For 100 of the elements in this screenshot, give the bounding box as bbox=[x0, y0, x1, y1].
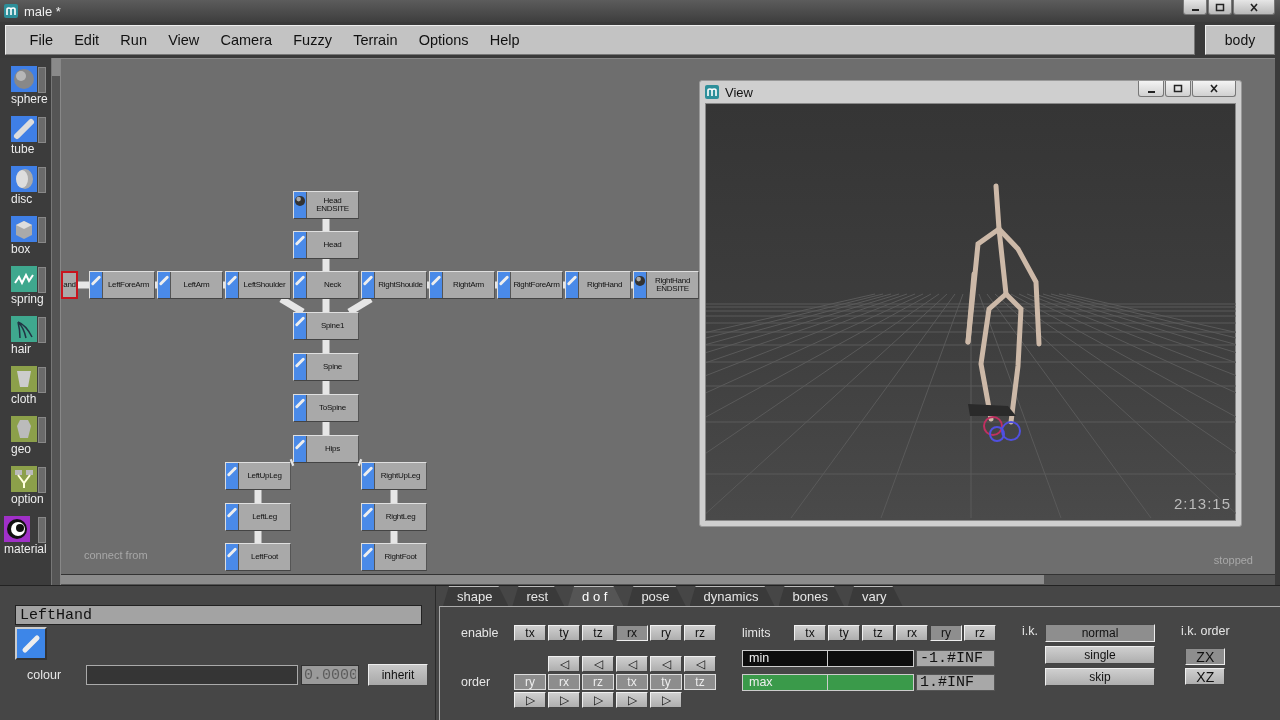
move-right-button[interactable]: ▷ bbox=[616, 692, 648, 708]
enable-toggle[interactable]: tz bbox=[582, 625, 614, 641]
ik-mode-button[interactable]: single bbox=[1045, 646, 1155, 664]
inherit-button[interactable]: inherit bbox=[368, 664, 428, 686]
graph-node[interactable]: LeftLeg bbox=[225, 503, 291, 531]
move-right-button[interactable]: ▷ bbox=[548, 692, 580, 708]
slot-bar bbox=[38, 267, 46, 293]
menu-item[interactable]: Camera bbox=[209, 28, 283, 52]
menu-item[interactable]: View bbox=[157, 28, 210, 52]
shape-button[interactable] bbox=[15, 627, 47, 660]
ik-order-button[interactable]: ZX bbox=[1185, 648, 1226, 665]
tool-button[interactable]: sphere bbox=[0, 66, 50, 115]
enable-toggle[interactable]: tx bbox=[514, 625, 546, 641]
tab[interactable]: bones bbox=[778, 586, 844, 606]
enable-toggle[interactable]: ry bbox=[650, 625, 682, 641]
graph-node[interactable]: RightUpLeg bbox=[361, 462, 427, 490]
graph-node[interactable]: LeftUpLeg bbox=[225, 462, 291, 490]
enable-toggle[interactable]: ty bbox=[548, 625, 580, 641]
connector-line bbox=[322, 381, 330, 394]
menu-item[interactable]: Terrain bbox=[342, 28, 409, 52]
move-left-button[interactable]: ◁ bbox=[616, 656, 648, 672]
graph-node[interactable]: Hips bbox=[293, 435, 359, 463]
graph-node[interactable]: RightHand bbox=[565, 271, 631, 299]
tool-button[interactable]: option bbox=[0, 466, 50, 515]
tool-button[interactable]: disc bbox=[0, 166, 50, 215]
move-left-button[interactable]: ◁ bbox=[548, 656, 580, 672]
close-button[interactable] bbox=[1233, 0, 1275, 15]
tube-icon bbox=[294, 315, 306, 328]
ik-mode-button[interactable]: normal bbox=[1045, 624, 1155, 642]
limit-toggle[interactable]: rx bbox=[896, 625, 928, 641]
ik-order-button[interactable]: XZ bbox=[1185, 668, 1226, 685]
tool-button[interactable]: geo bbox=[0, 416, 50, 465]
graph-node[interactable]: LeftShoulder bbox=[225, 271, 291, 299]
min-value-field[interactable]: -1.#INF bbox=[916, 650, 995, 667]
tab[interactable]: d o f bbox=[568, 586, 624, 606]
move-left-button[interactable]: ◁ bbox=[582, 656, 614, 672]
graph-node[interactable]: LeftFoot bbox=[225, 543, 291, 571]
tool-button[interactable]: box bbox=[0, 216, 50, 265]
tab[interactable]: rest bbox=[512, 586, 565, 606]
tool-button[interactable]: spring bbox=[0, 266, 50, 315]
tube-icon bbox=[430, 274, 442, 287]
tool-button[interactable]: material bbox=[0, 516, 50, 565]
graph-node[interactable]: LeftForeArm bbox=[89, 271, 155, 299]
tab[interactable]: vary bbox=[847, 586, 903, 606]
menu-item[interactable]: Edit bbox=[63, 28, 110, 52]
graph-node[interactable]: Neck bbox=[293, 271, 359, 299]
menu-item[interactable]: Options bbox=[408, 28, 480, 52]
tab[interactable]: pose bbox=[627, 586, 686, 606]
limit-toggle[interactable]: tz bbox=[862, 625, 894, 641]
enable-toggle[interactable]: rx bbox=[616, 625, 648, 641]
limit-toggle[interactable]: rz bbox=[964, 625, 996, 641]
move-right-button[interactable]: ▷ bbox=[650, 692, 682, 708]
close-icon bbox=[1248, 1, 1260, 13]
move-right-button[interactable]: ▷ bbox=[582, 692, 614, 708]
tab[interactable]: dynamics bbox=[689, 586, 775, 606]
enable-toggle[interactable]: rz bbox=[684, 625, 716, 641]
tab[interactable]: shape bbox=[443, 586, 509, 606]
graph-node[interactable]: Head bbox=[293, 231, 359, 259]
slot-bar bbox=[38, 167, 46, 193]
max-value-field[interactable]: 1.#INF bbox=[916, 674, 995, 691]
body-button[interactable]: body bbox=[1205, 25, 1275, 55]
min-slider[interactable]: min bbox=[742, 650, 914, 667]
move-left-button[interactable]: ◁ bbox=[650, 656, 682, 672]
graph-node[interactable]: ToSpine bbox=[293, 394, 359, 422]
scrollbar-thumb[interactable] bbox=[52, 58, 60, 76]
slider-label: min bbox=[749, 651, 770, 665]
graph-node[interactable]: RightForeArm bbox=[497, 271, 563, 299]
graph-node[interactable]: Head ENDSITE bbox=[293, 191, 359, 219]
close-button[interactable] bbox=[1192, 81, 1236, 97]
ik-mode-button[interactable]: skip bbox=[1045, 668, 1155, 686]
graph-node[interactable]: RightHand ENDSITE bbox=[633, 271, 699, 299]
scrollbar-thumb[interactable] bbox=[61, 575, 1044, 584]
move-left-button[interactable]: ◁ bbox=[684, 656, 716, 672]
graph-node[interactable]: LeftArm bbox=[157, 271, 223, 299]
tool-button[interactable]: hair bbox=[0, 316, 50, 365]
graph-node[interactable]: RightFoot bbox=[361, 543, 427, 571]
menu-item[interactable]: File bbox=[19, 28, 64, 52]
limit-toggle[interactable]: ty bbox=[828, 625, 860, 641]
graph-node[interactable]: and bbox=[61, 271, 78, 299]
tool-button[interactable]: tube bbox=[0, 116, 50, 165]
graph-node[interactable]: Spine bbox=[293, 353, 359, 381]
move-right-button[interactable]: ▷ bbox=[514, 692, 546, 708]
graph-node[interactable]: RightLeg bbox=[361, 503, 427, 531]
maximize-button[interactable] bbox=[1208, 0, 1232, 15]
name-field[interactable]: LeftHand bbox=[15, 605, 422, 625]
menu-item[interactable]: Help bbox=[479, 28, 531, 52]
graph-node[interactable]: RightShoulde bbox=[361, 271, 427, 299]
connector-line bbox=[563, 281, 565, 289]
maximize-button[interactable] bbox=[1165, 81, 1191, 97]
tool-button[interactable]: cloth bbox=[0, 366, 50, 415]
menu-item[interactable]: Run bbox=[109, 28, 158, 52]
graph-node[interactable]: RightArm bbox=[429, 271, 495, 299]
limit-toggle[interactable]: ry bbox=[930, 625, 962, 641]
graph-node[interactable]: Spine1 bbox=[293, 312, 359, 340]
limit-toggle[interactable]: tx bbox=[794, 625, 826, 641]
menu-item[interactable]: Fuzzy bbox=[282, 28, 343, 52]
minimize-button[interactable] bbox=[1183, 0, 1207, 15]
minimize-button[interactable] bbox=[1138, 81, 1164, 97]
colour-field[interactable] bbox=[86, 665, 298, 685]
close-icon bbox=[1208, 83, 1220, 94]
